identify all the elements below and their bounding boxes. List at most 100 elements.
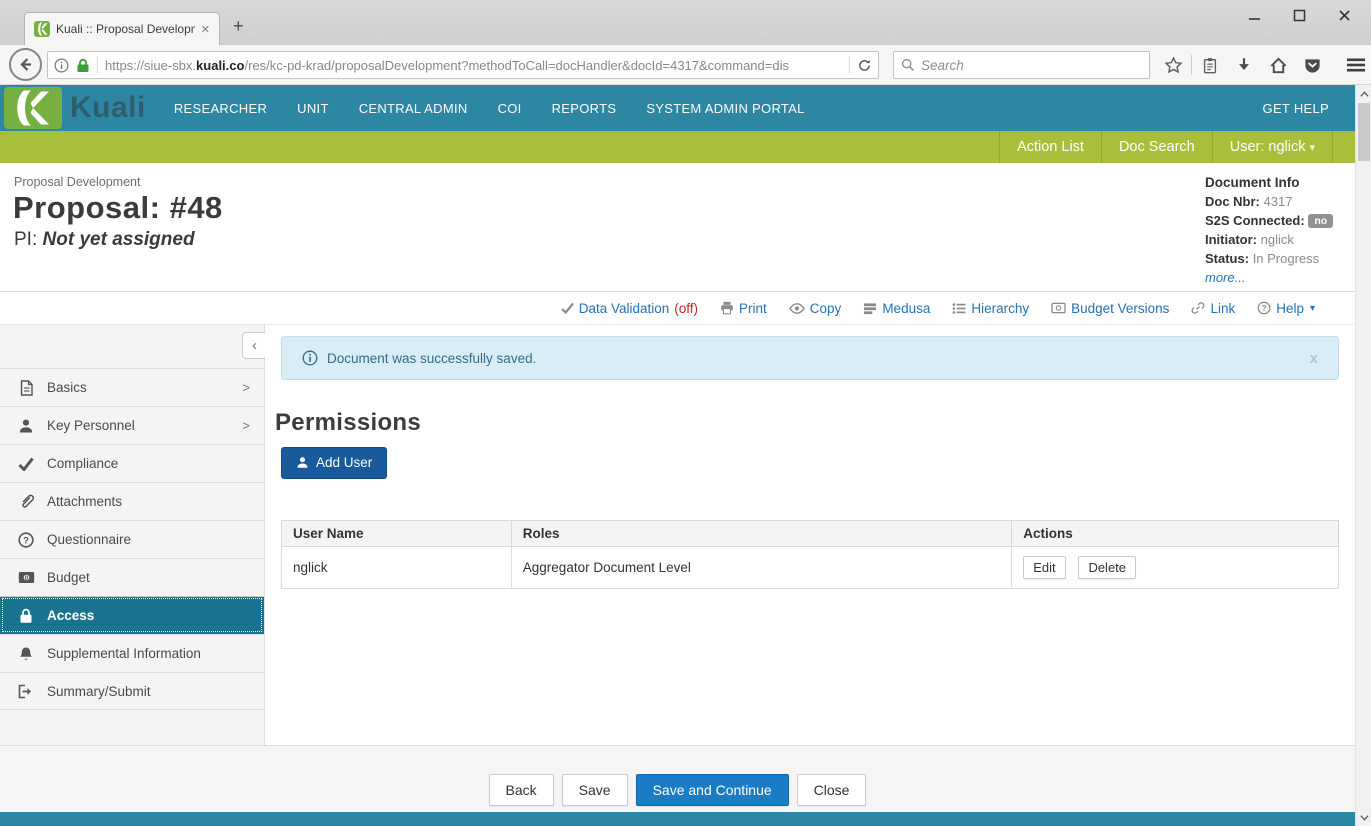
printer-icon [720, 301, 734, 315]
reading-list-icon[interactable] [1193, 51, 1227, 79]
nav-unit[interactable]: UNIT [297, 101, 329, 116]
sidebar-collapse-button[interactable]: ‹ [242, 332, 267, 359]
delete-button[interactable]: Delete [1078, 556, 1136, 579]
sidebar-item-key-personnel[interactable]: Key Personnel > [0, 406, 264, 444]
app-footer-bar [0, 812, 1355, 826]
maximize-button[interactable] [1277, 2, 1322, 29]
hierarchy-link[interactable]: Hierarchy [952, 301, 1029, 316]
nav-system-admin-portal[interactable]: SYSTEM ADMIN PORTAL [646, 101, 804, 116]
app-header: Kuali RESEARCHER UNIT CENTRAL ADMIN COI … [0, 85, 1355, 131]
chevron-right-icon: > [242, 380, 250, 395]
person-icon [17, 418, 35, 434]
save-button[interactable]: Save [562, 774, 628, 806]
check-icon [17, 457, 35, 471]
more-link[interactable]: more... [1205, 270, 1245, 285]
search-icon [901, 58, 915, 72]
pocket-icon[interactable] [1295, 51, 1329, 79]
data-validation-link[interactable]: Data Validation(off) [561, 301, 698, 316]
scrollbar[interactable] [1355, 85, 1371, 826]
kuali-logo [4, 87, 62, 129]
link-link[interactable]: Link [1191, 301, 1235, 316]
col-actions: Actions [1012, 521, 1339, 547]
main-content: Document was successfully saved. x Permi… [265, 325, 1355, 745]
action-list-link[interactable]: Action List [999, 131, 1102, 163]
copy-link[interactable]: Copy [789, 301, 842, 316]
rows-icon [863, 302, 877, 315]
person-icon [296, 456, 309, 469]
chain-link-icon [1191, 301, 1205, 315]
chevron-right-icon: > [242, 418, 250, 433]
lock-icon [17, 608, 35, 624]
cell-actions: Edit Delete [1012, 547, 1339, 589]
save-and-continue-button[interactable]: Save and Continue [636, 774, 789, 806]
table-row: nglick Aggregator Document Level Edit De… [282, 547, 1339, 589]
sidebar-item-supplemental-information[interactable]: Supplemental Information [0, 634, 264, 672]
sidebar-item-attachments[interactable]: Attachments [0, 482, 264, 520]
page-title: Proposal: #48 [13, 190, 223, 226]
sidebar-item-compliance[interactable]: Compliance [0, 444, 264, 482]
close-button[interactable] [1322, 2, 1367, 29]
pi-line: PI: Not yet assigned [14, 229, 195, 251]
col-roles: Roles [511, 521, 1011, 547]
scroll-down-arrow[interactable] [1358, 811, 1370, 823]
reload-icon[interactable] [857, 58, 872, 73]
nav-central-admin[interactable]: CENTRAL ADMIN [359, 101, 468, 116]
alert-close-icon[interactable]: x [1310, 350, 1318, 367]
bell-icon [17, 646, 35, 662]
new-tab-button[interactable]: + [233, 16, 244, 37]
scrollbar-thumb[interactable] [1358, 103, 1370, 161]
sidebar-item-questionnaire[interactable]: ? Questionnaire [0, 520, 264, 558]
sidebar-item-basics[interactable]: Basics > [0, 368, 264, 406]
print-link[interactable]: Print [720, 301, 767, 316]
budget-versions-link[interactable]: Budget Versions [1051, 301, 1169, 316]
sidebar-item-access[interactable]: Access [0, 596, 264, 634]
browser-tabstrip: Kuali :: Proposal Developme ✕ + [0, 0, 1371, 45]
doc-search-link[interactable]: Doc Search [1102, 131, 1213, 163]
medusa-link[interactable]: Medusa [863, 301, 930, 316]
document-header: Proposal Development Proposal: #48 PI: N… [0, 163, 1355, 291]
nav-researcher[interactable]: RESEARCHER [174, 101, 267, 116]
close-button[interactable]: Close [797, 774, 867, 806]
svg-text:?: ? [1262, 303, 1267, 313]
money-icon: 0 [17, 571, 35, 584]
nav-reports[interactable]: REPORTS [552, 101, 617, 116]
cell-roles: Aggregator Document Level [511, 547, 1011, 589]
doc-nbr-row: Doc Nbr: 4317 [1205, 192, 1353, 211]
footer-button-bar: Back Save Save and Continue Close [0, 745, 1355, 812]
scroll-up-arrow[interactable] [1358, 88, 1370, 100]
tab-close-icon[interactable]: ✕ [201, 23, 210, 36]
sidebar-item-summary-submit[interactable]: Summary/Submit [0, 672, 264, 710]
main-nav: RESEARCHER UNIT CENTRAL ADMIN COI REPORT… [174, 101, 805, 116]
document-toolbar: Data Validation(off) Print Copy Medusa H… [0, 291, 1355, 325]
sign-out-icon [17, 684, 35, 699]
status-row: Status: In Progress [1205, 249, 1353, 268]
add-user-button[interactable]: Add User [281, 447, 387, 479]
page-info-icon[interactable] [54, 58, 69, 73]
help-menu[interactable]: ? Help▾ [1257, 301, 1315, 316]
alert-message: Document was successfully saved. [327, 351, 536, 366]
bookmark-star-icon[interactable] [1156, 51, 1190, 79]
sidebar: ‹ Basics > Key Personnel > Compliance At… [0, 325, 265, 745]
permissions-heading: Permissions [275, 409, 421, 437]
downloads-icon[interactable] [1227, 51, 1261, 79]
home-icon[interactable] [1261, 51, 1295, 79]
search-input[interactable] [921, 58, 1121, 73]
success-alert: Document was successfully saved. x [281, 336, 1339, 380]
document-info-panel: Document Info Doc Nbr: 4317 S2S Connecte… [1205, 173, 1353, 287]
user-menu[interactable]: User: nglick▾ [1213, 131, 1333, 163]
edit-button[interactable]: Edit [1023, 556, 1065, 579]
back-nav-button[interactable] [9, 48, 42, 81]
url-bar[interactable]: https://siue-sbx.kuali.co/res/kc-pd-krad… [47, 51, 879, 79]
document-info-title: Document Info [1205, 173, 1353, 192]
info-icon [302, 350, 318, 366]
paperclip-icon [17, 494, 35, 510]
back-button[interactable]: Back [489, 774, 554, 806]
search-bar[interactable] [893, 51, 1150, 79]
nav-coi[interactable]: COI [498, 101, 522, 116]
minimize-button[interactable] [1232, 2, 1277, 29]
sidebar-item-budget[interactable]: 0 Budget [0, 558, 264, 596]
get-help-link[interactable]: GET HELP [1263, 101, 1329, 116]
browser-tab[interactable]: Kuali :: Proposal Developme ✕ [24, 12, 220, 45]
caret-down-icon: ▾ [1310, 303, 1315, 314]
menu-hamburger-icon[interactable] [1339, 51, 1371, 79]
